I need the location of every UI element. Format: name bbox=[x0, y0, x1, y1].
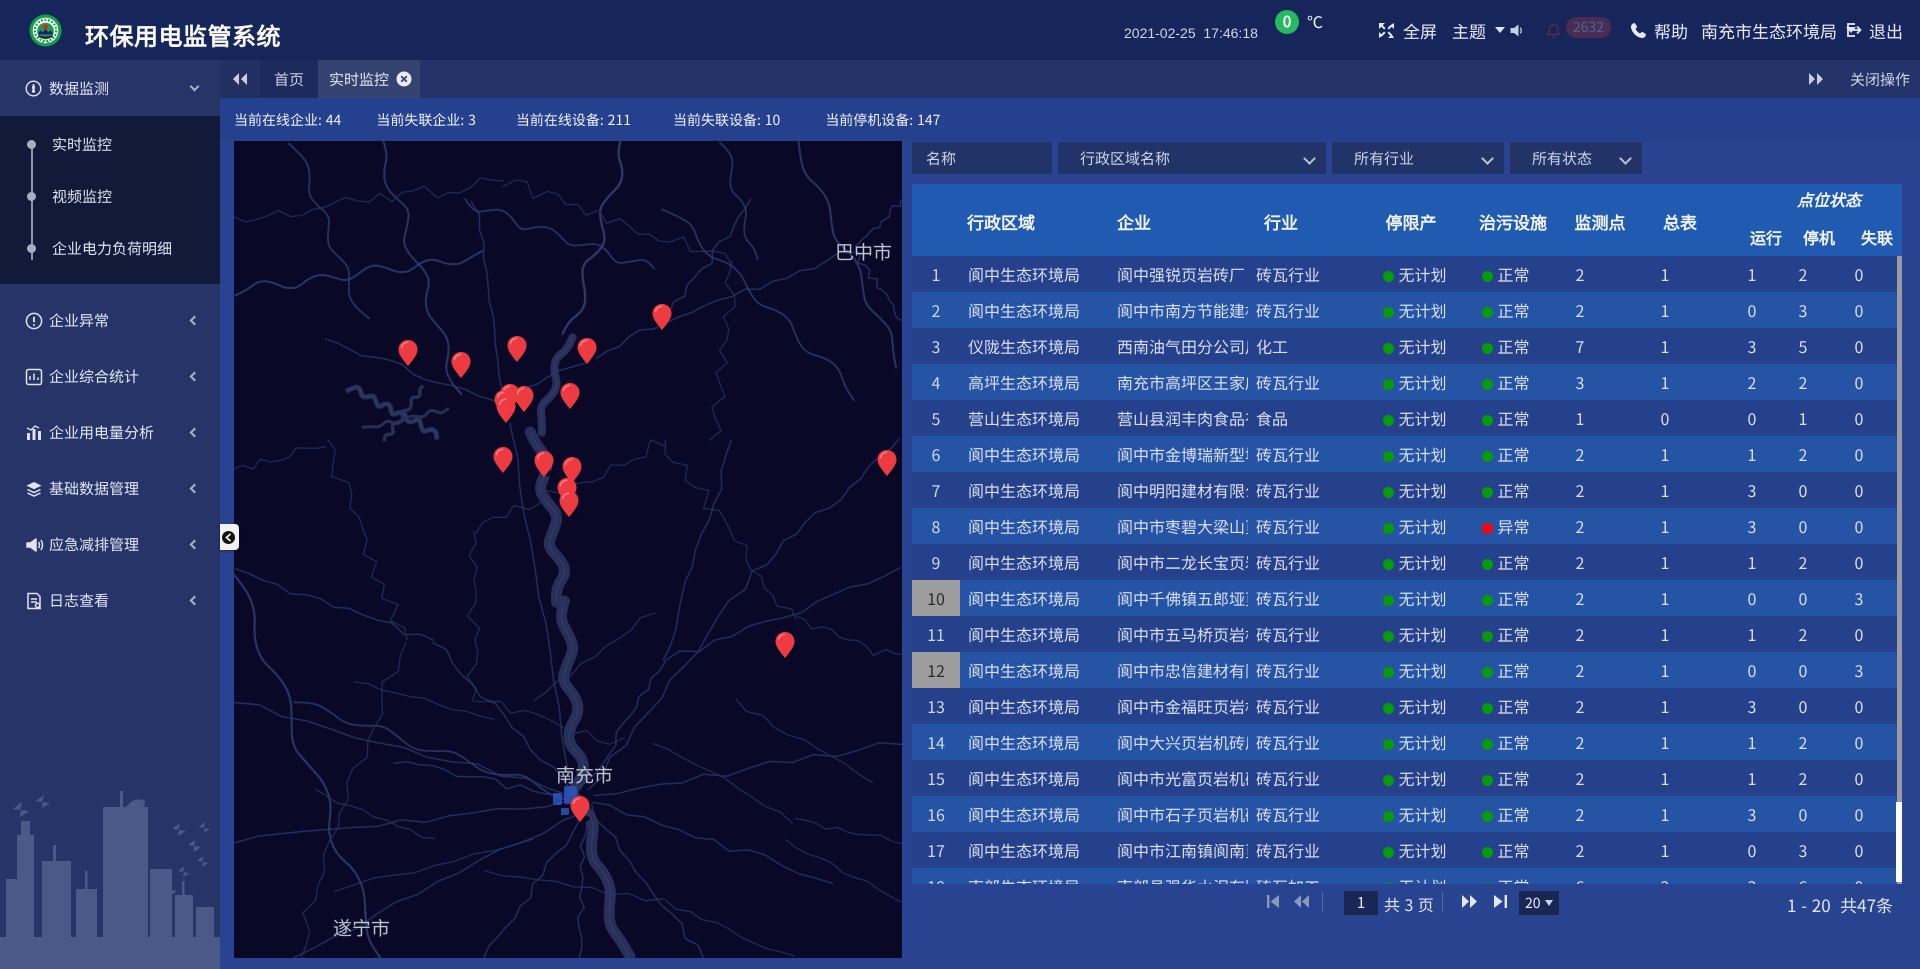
svg-text:南充市: 南充市 bbox=[556, 761, 613, 788]
svg-text:巴中市: 巴中市 bbox=[835, 238, 892, 265]
svg-text:遂宁市: 遂宁市 bbox=[333, 914, 390, 941]
